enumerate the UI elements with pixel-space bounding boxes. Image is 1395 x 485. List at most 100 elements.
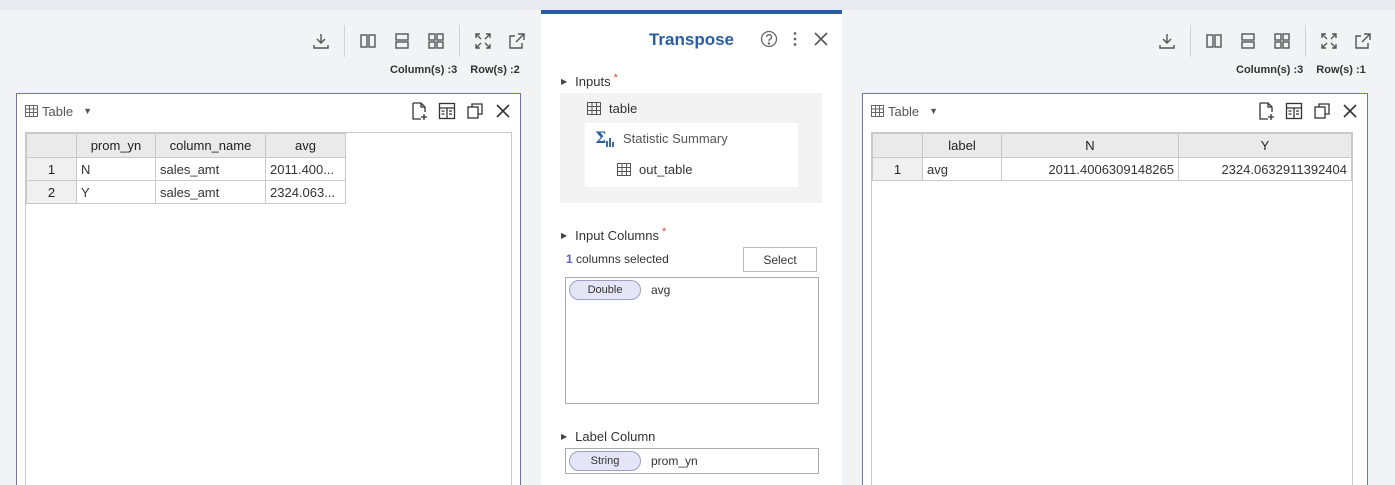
table-cell[interactable]: 2324.063... — [265, 180, 346, 204]
required-marker: * — [613, 71, 618, 84]
label-column-section-header[interactable]: ▶ Label Column — [561, 429, 655, 444]
popout-icon[interactable] — [504, 28, 530, 54]
left-toolbar — [304, 25, 534, 57]
column-header[interactable]: label — [922, 133, 1002, 158]
row-number-header — [872, 133, 923, 158]
out-table-label: out_table — [639, 162, 693, 177]
chevron-down-icon: ▼ — [929, 106, 938, 116]
table-panel: Table ▼ — [16, 93, 521, 485]
result-table: prom_yn column_name avg 1 N sales_amt 20… — [26, 133, 346, 204]
transpose-dialog: Transpose ▶ Inputs * table Σ Statistic S… — [541, 10, 842, 485]
table-cell[interactable]: sales_amt — [155, 157, 266, 181]
grid-four-icon[interactable] — [423, 28, 449, 54]
copy-icon[interactable] — [1311, 100, 1333, 122]
row-number-header — [26, 133, 77, 158]
panel-header: Table ▼ — [863, 94, 1367, 128]
popout-icon[interactable] — [1350, 28, 1376, 54]
new-document-icon[interactable] — [408, 100, 430, 122]
svg-text:Σ: Σ — [595, 128, 606, 147]
result-table: label N Y 1 avg 2011.4006309148265 2324.… — [872, 133, 1352, 181]
table-cell[interactable]: 2011.400... — [265, 157, 346, 181]
download-icon[interactable] — [1154, 28, 1180, 54]
table-panel: Table ▼ — [862, 93, 1368, 485]
toolbar-divider — [1190, 25, 1191, 57]
view-type-select[interactable]: Table ▼ — [25, 104, 92, 119]
select-columns-button[interactable]: Select — [743, 247, 817, 272]
inputs-section-header[interactable]: ▶ Inputs * — [561, 71, 618, 90]
row-number: 2 — [26, 180, 77, 204]
view-type-select[interactable]: Table ▼ — [871, 104, 938, 119]
selected-columns-list: Double avg — [565, 277, 819, 404]
selected-count-text: columns selected — [576, 252, 669, 266]
column-header[interactable]: avg — [265, 133, 346, 158]
list-item[interactable]: String prom_yn — [569, 451, 698, 471]
expand-icon[interactable] — [470, 28, 496, 54]
right-result-area: Column(s) :3 Row(s) :1 Table ▼ label N Y… — [842, 10, 1395, 485]
table-row[interactable]: 1 avg 2011.4006309148265 2324.0632911392… — [872, 157, 1352, 181]
new-document-icon[interactable] — [1255, 100, 1277, 122]
column-settings-icon[interactable] — [1283, 100, 1305, 122]
chevron-down-icon: ▼ — [83, 106, 92, 116]
close-icon[interactable] — [810, 28, 832, 50]
sigma-chart-icon: Σ — [595, 128, 615, 148]
caret-right-icon: ▶ — [561, 77, 568, 86]
view-type-label: Table — [42, 103, 74, 119]
table-cell[interactable]: sales_amt — [155, 180, 266, 204]
left-result-area: Column(s) :3 Row(s) :2 Table ▼ prom_yn c… — [0, 10, 541, 485]
download-icon[interactable] — [308, 28, 334, 54]
selected-count: 1 — [566, 252, 573, 266]
table-cell[interactable]: Y — [76, 180, 156, 204]
statistic-summary-node[interactable]: Σ Statistic Summary — [595, 128, 728, 148]
expand-icon[interactable] — [1316, 28, 1342, 54]
table-icon — [871, 105, 884, 117]
column-header[interactable]: column_name — [155, 133, 266, 158]
out-table-node[interactable]: out_table — [617, 162, 693, 177]
row-number: 1 — [872, 157, 923, 181]
row-count: Row(s) :1 — [1316, 64, 1366, 76]
statistic-summary-label: Statistic Summary — [623, 130, 728, 146]
caret-right-icon: ▶ — [561, 231, 568, 240]
table-cell[interactable]: N — [76, 157, 156, 181]
split-horizontal-icon[interactable] — [389, 28, 415, 54]
copy-icon[interactable] — [464, 100, 486, 122]
required-marker: * — [661, 225, 667, 238]
toolbar-divider — [1305, 25, 1306, 57]
table-row[interactable]: 2 Y sales_amt 2324.063... — [26, 180, 346, 204]
table-cell[interactable]: 2011.4006309148265 — [1001, 157, 1179, 181]
inputs-label: Inputs — [575, 74, 611, 89]
row-count: Row(s) :2 — [470, 64, 520, 76]
table-icon — [617, 163, 631, 176]
column-header[interactable]: Y — [1178, 133, 1352, 158]
table-cell[interactable]: avg — [922, 157, 1002, 181]
more-options-icon[interactable] — [784, 28, 806, 50]
toolbar-divider — [459, 25, 460, 57]
caret-right-icon: ▶ — [561, 432, 568, 441]
column-name: avg — [651, 283, 671, 297]
split-vertical-icon[interactable] — [355, 28, 381, 54]
close-icon[interactable] — [492, 100, 514, 122]
inputs-tree: table Σ Statistic Summary out_table — [560, 93, 822, 203]
data-grid: prom_yn column_name avg 1 N sales_amt 20… — [25, 132, 512, 485]
label-column-label: Label Column — [575, 429, 656, 444]
grid-four-icon[interactable] — [1269, 28, 1295, 54]
panel-header: Table ▼ — [17, 94, 520, 128]
table-icon — [587, 102, 601, 115]
split-horizontal-icon[interactable] — [1235, 28, 1261, 54]
column-name: prom_yn — [651, 454, 698, 468]
row-col-info: Column(s) :3 Row(s) :2 — [390, 64, 520, 76]
split-vertical-icon[interactable] — [1201, 28, 1227, 54]
row-number: 1 — [26, 157, 77, 181]
label-column-field[interactable]: String prom_yn — [565, 448, 819, 474]
table-cell[interactable]: 2324.0632911392404 — [1178, 157, 1352, 181]
input-table-node[interactable]: table — [587, 101, 637, 116]
help-icon[interactable] — [758, 28, 780, 50]
column-header[interactable]: N — [1001, 133, 1179, 158]
column-count: Column(s) :3 — [1236, 64, 1304, 76]
column-settings-icon[interactable] — [436, 100, 458, 122]
statistic-summary-box: Σ Statistic Summary out_table — [585, 123, 798, 187]
list-item[interactable]: Double avg — [569, 280, 670, 300]
input-columns-section-header[interactable]: ▶ Input Columns * — [561, 225, 667, 244]
close-icon[interactable] — [1339, 100, 1361, 122]
column-header[interactable]: prom_yn — [76, 133, 156, 158]
table-row[interactable]: 1 N sales_amt 2011.400... — [26, 157, 346, 181]
